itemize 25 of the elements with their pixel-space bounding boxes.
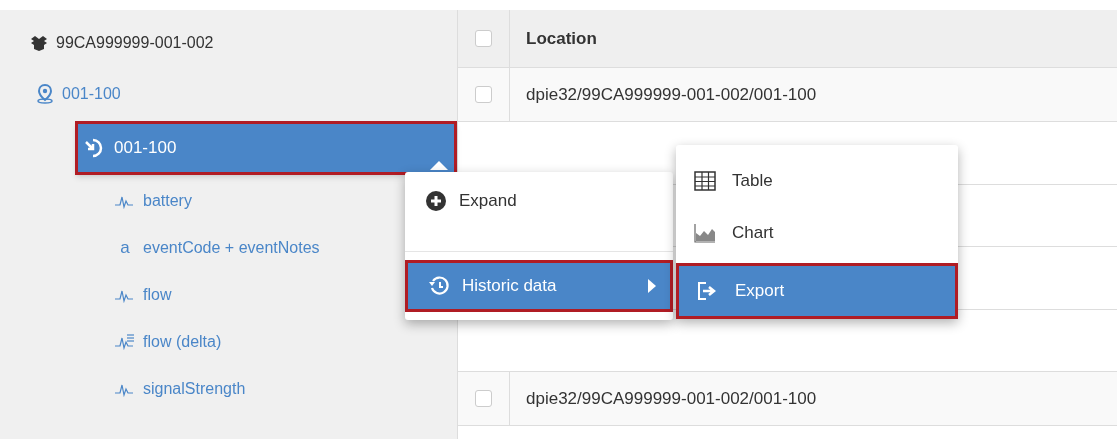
tree-item[interactable]: signalStrength <box>0 365 457 412</box>
tree-item[interactable]: 99CA999999-001-002 <box>0 17 457 68</box>
tree-item[interactable]: 001-100 <box>0 68 457 119</box>
checkbox[interactable] <box>475 86 492 103</box>
table-cell-text: dpie32/99CA999999-001-002/001-100 <box>525 387 817 410</box>
menu-item[interactable]: Table <box>676 155 958 207</box>
menu-pointer-icon <box>430 161 448 170</box>
history-icon <box>428 275 450 297</box>
box-icon <box>30 34 48 51</box>
menu-item[interactable]: Historic data <box>405 260 673 312</box>
submenu-arrow-icon <box>648 279 656 293</box>
table-cell-text: dpie32/99CA999999-001-002/001-100 <box>525 83 817 106</box>
area-chart-icon <box>694 223 716 243</box>
column-header: Location <box>525 27 597 50</box>
menu-item[interactable]: Chart <box>676 207 958 259</box>
checkbox[interactable] <box>475 30 492 47</box>
checkbox[interactable] <box>475 390 492 407</box>
text-type-icon: a <box>115 234 135 261</box>
location-pin-icon <box>36 83 54 104</box>
table-icon <box>694 171 716 191</box>
menu-item[interactable]: Export <box>676 263 958 319</box>
tree-item[interactable]: flow (delta) <box>0 318 457 365</box>
plus-circle-icon <box>425 190 447 212</box>
tree-item[interactable]: 001-100 <box>75 121 457 175</box>
delta-pulse-icon <box>115 333 135 350</box>
